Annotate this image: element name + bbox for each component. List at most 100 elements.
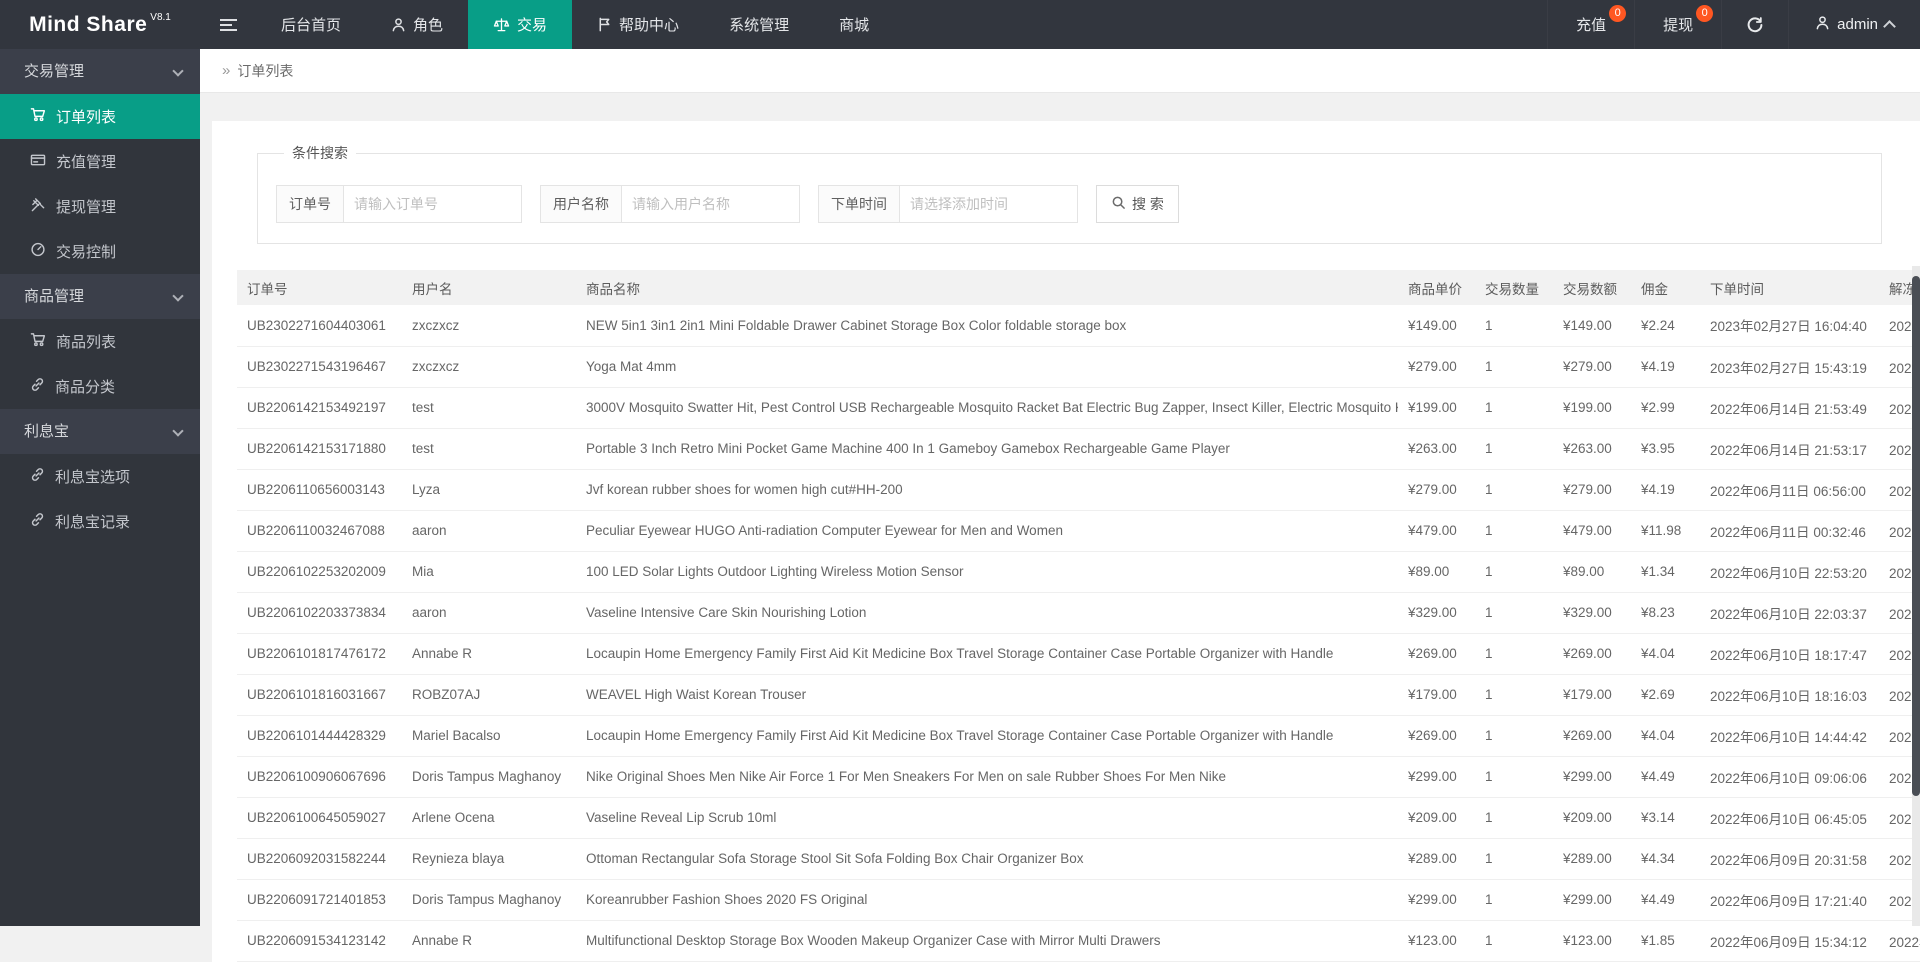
- username-input[interactable]: [622, 185, 800, 223]
- vertical-scrollbar[interactable]: [1912, 266, 1920, 926]
- sidebar-item-interest-options[interactable]: 利息宝选项: [0, 454, 200, 499]
- menu-toggle-icon[interactable]: [200, 0, 256, 49]
- cell-quantity: 1: [1475, 674, 1553, 715]
- cell-unit-price: ¥89.00: [1398, 551, 1475, 592]
- col-product-name: 商品名称: [576, 270, 1398, 305]
- search-legend: 条件搜索: [284, 143, 356, 163]
- cell-order-no: UB2302271604403061: [237, 305, 402, 346]
- cell-commission: ¥4.04: [1631, 715, 1700, 756]
- cell-unit-price: ¥209.00: [1398, 797, 1475, 838]
- username-group: 用户名称: [540, 185, 800, 223]
- cell-username: ROBZ07AJ: [402, 674, 576, 715]
- nav-item-dashboard[interactable]: 后台首页: [256, 0, 366, 49]
- sidebar: 交易管理 订单列表 充值管理 提现管理 交易控制 商品管理 商品列表: [0, 49, 200, 926]
- col-order-time: 下单时间: [1700, 270, 1879, 305]
- table-row: UB2206142153171880 test Portable 3 Inch …: [237, 428, 1920, 469]
- order-no-input[interactable]: [344, 185, 522, 223]
- cell-order-no: UB2206110656003143: [237, 469, 402, 510]
- cell-amount: ¥123.00: [1553, 920, 1631, 961]
- sidebar-item-goods-list[interactable]: 商品列表: [0, 319, 200, 364]
- nav-item-help[interactable]: 帮助中心: [572, 0, 704, 49]
- order-time-input[interactable]: [900, 185, 1078, 223]
- sidebar-item-trade-control[interactable]: 交易控制: [0, 229, 200, 274]
- flag-icon: [597, 17, 612, 32]
- nav-item-mall[interactable]: 商城: [814, 0, 894, 49]
- col-order-no: 订单号: [237, 270, 402, 305]
- sidebar-group-interest[interactable]: 利息宝: [0, 409, 200, 454]
- cell-product-name: Multifunctional Desktop Storage Box Wood…: [576, 920, 1398, 961]
- col-amount: 交易数额: [1553, 270, 1631, 305]
- brand-version: V8.1: [150, 12, 171, 23]
- user-icon: [1815, 15, 1830, 34]
- sidebar-item-withdraw-mgmt[interactable]: 提现管理: [0, 184, 200, 229]
- chevron-up-icon: [1883, 20, 1896, 33]
- gavel-icon: [30, 197, 46, 216]
- refresh-icon[interactable]: [1721, 0, 1789, 49]
- user-menu[interactable]: admin: [1789, 0, 1920, 49]
- nav-item-trade[interactable]: 交易: [468, 0, 572, 49]
- cell-username: Mia: [402, 551, 576, 592]
- cell-amount: ¥269.00: [1553, 633, 1631, 674]
- cell-product-name: 3000V Mosquito Swatter Hit, Pest Control…: [576, 387, 1398, 428]
- cell-amount: ¥199.00: [1553, 387, 1631, 428]
- link-icon: [30, 377, 45, 396]
- table-row: UB2206110032467088 aaron Peculiar Eyewea…: [237, 510, 1920, 551]
- search-icon: [1111, 195, 1126, 213]
- cell-order-no: UB2206091721401853: [237, 879, 402, 920]
- cell-order-no: UB2206102253202009: [237, 551, 402, 592]
- link-icon: [30, 467, 45, 486]
- chevron-down-icon: [172, 65, 183, 76]
- sidebar-item-goods-category[interactable]: 商品分类: [0, 364, 200, 409]
- cell-username: zxczxcz: [402, 305, 576, 346]
- search-button[interactable]: 搜 索: [1096, 185, 1179, 223]
- cell-order-time: 2022年06月10日 06:45:05: [1700, 797, 1879, 838]
- app-logo: Mind Share V8.1: [0, 0, 200, 49]
- sidebar-group-goods[interactable]: 商品管理: [0, 274, 200, 319]
- nav-item-roles[interactable]: 角色: [366, 0, 468, 49]
- sidebar-item-order-list[interactable]: 订单列表: [0, 94, 200, 139]
- cell-unit-price: ¥279.00: [1398, 346, 1475, 387]
- cell-commission: ¥4.34: [1631, 838, 1700, 879]
- nav-item-system[interactable]: 系统管理: [704, 0, 814, 49]
- withdraw-button[interactable]: 提现 0: [1634, 0, 1721, 49]
- chevron-down-icon: [172, 290, 183, 301]
- cell-product-name: Portable 3 Inch Retro Mini Pocket Game M…: [576, 428, 1398, 469]
- table-row: UB2206101817476172 Annabe R Locaupin Hom…: [237, 633, 1920, 674]
- table-header-row: 订单号 用户名 商品名称 商品单价 交易数量 交易数额 佣金 下单时间 解冻时间: [237, 270, 1920, 305]
- cell-username: aaron: [402, 510, 576, 551]
- cell-amount: ¥289.00: [1553, 838, 1631, 879]
- sidebar-group-trade[interactable]: 交易管理: [0, 49, 200, 94]
- brand-name: Mind Share: [29, 13, 147, 37]
- table-row: UB2206142153492197 test 3000V Mosquito S…: [237, 387, 1920, 428]
- scrollbar-thumb[interactable]: [1912, 276, 1920, 796]
- cell-commission: ¥1.85: [1631, 920, 1700, 961]
- breadcrumb: » 订单列表: [200, 49, 1920, 93]
- order-time-group: 下单时间: [818, 185, 1078, 223]
- cell-quantity: 1: [1475, 756, 1553, 797]
- cart-icon: [30, 107, 46, 126]
- breadcrumb-current: 订单列表: [237, 61, 293, 81]
- orders-table-wrap: 订单号 用户名 商品名称 商品单价 交易数量 交易数额 佣金 下单时间 解冻时间…: [237, 270, 1920, 962]
- cell-order-no: UB2206102203373834: [237, 592, 402, 633]
- cell-commission: ¥4.19: [1631, 469, 1700, 510]
- table-row: UB2206110656003143 Lyza Jvf korean rubbe…: [237, 469, 1920, 510]
- order-no-label: 订单号: [276, 185, 344, 223]
- table-row: UB2206102203373834 aaron Vaseline Intens…: [237, 592, 1920, 633]
- cell-amount: ¥269.00: [1553, 715, 1631, 756]
- cell-product-name: Nike Original Shoes Men Nike Air Force 1…: [576, 756, 1398, 797]
- cell-username: aaron: [402, 592, 576, 633]
- sidebar-item-recharge-mgmt[interactable]: 充值管理: [0, 139, 200, 184]
- cell-unit-price: ¥479.00: [1398, 510, 1475, 551]
- cell-order-no: UB2206092031582244: [237, 838, 402, 879]
- table-row: UB2206101816031667 ROBZ07AJ WEAVEL High …: [237, 674, 1920, 715]
- cell-quantity: 1: [1475, 879, 1553, 920]
- cell-commission: ¥8.23: [1631, 592, 1700, 633]
- cell-unit-price: ¥299.00: [1398, 879, 1475, 920]
- cell-commission: ¥2.24: [1631, 305, 1700, 346]
- sidebar-item-interest-records[interactable]: 利息宝记录: [0, 499, 200, 544]
- recharge-button[interactable]: 充值 0: [1547, 0, 1634, 49]
- cell-order-no: UB2206110032467088: [237, 510, 402, 551]
- cell-username: Annabe R: [402, 920, 576, 961]
- cell-product-name: Vaseline Intensive Care Skin Nourishing …: [576, 592, 1398, 633]
- cell-unit-price: ¥329.00: [1398, 592, 1475, 633]
